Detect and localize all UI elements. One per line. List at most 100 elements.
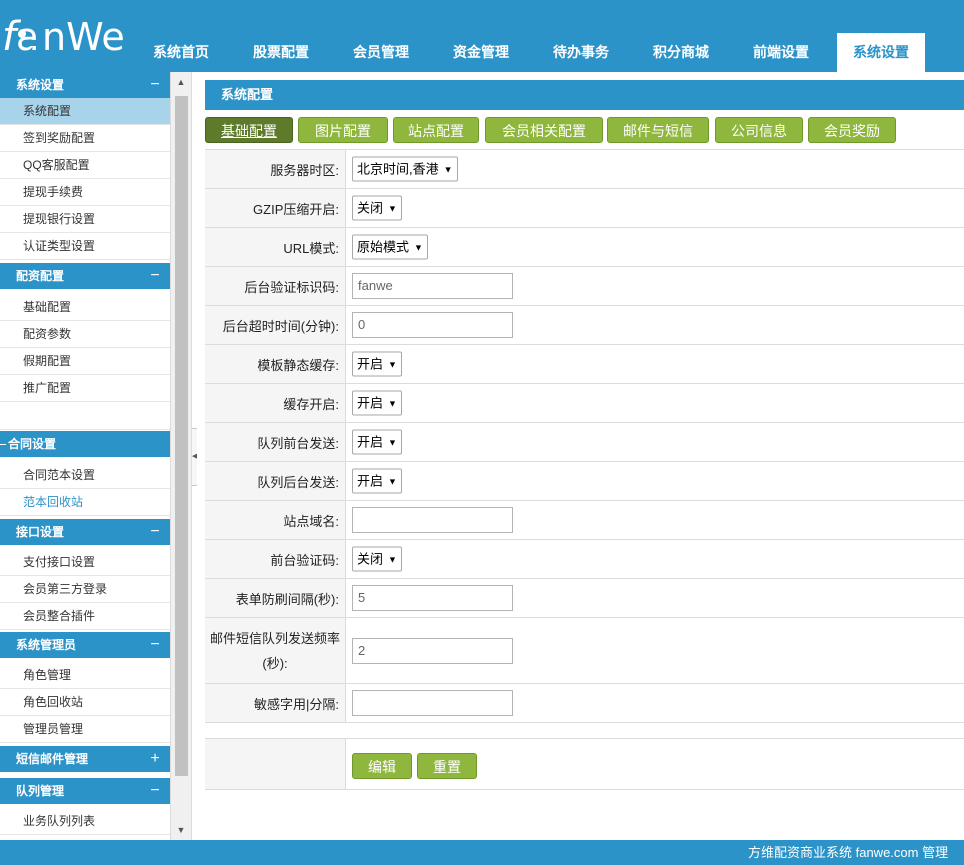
edit-button[interactable]: 编辑 (352, 753, 412, 779)
dropdown-arrow-icon: ▼ (388, 437, 397, 448)
nav-home[interactable]: 系统首页 (137, 33, 225, 72)
auth-code-input[interactable]: fanwe (352, 273, 513, 299)
form-actions: 编辑 重置 (205, 738, 964, 790)
form-row-timezone: 服务器时区: 北京时间,香港 ▼ (205, 150, 964, 189)
sidebar-item-withdraw-bank[interactable]: 提现银行设置 (0, 206, 170, 233)
sidebar-item-admin-management[interactable]: 管理员管理 (0, 716, 170, 743)
footer: 方维配资商业系统 fanwe.com 管理 (0, 840, 964, 865)
sidebar-group-system-settings[interactable]: 系统设置 − (0, 72, 170, 98)
tab-label: 图片配置 (315, 123, 371, 139)
sidebar-item-contract-template[interactable]: 合同范本设置 (0, 462, 170, 489)
fanwe-logo[interactable]: f a nWe (2, 4, 126, 64)
sidebar-item-business-queue[interactable]: 业务队列列表 (0, 808, 170, 835)
field-label: 缓存开启: (205, 384, 346, 422)
collapse-icon[interactable]: − (148, 263, 162, 289)
tab-member-reward[interactable]: 会员奖励 (808, 117, 896, 143)
sidebar-item-withdraw-fee[interactable]: 提现手续费 (0, 179, 170, 206)
cache-select[interactable]: 开启 ▼ (352, 390, 402, 416)
nav-stock-config[interactable]: 股票配置 (237, 33, 325, 72)
sidebar-item-role-recycle[interactable]: 角色回收站 (0, 689, 170, 716)
nav-system-settings[interactable]: 系统设置 (837, 33, 925, 72)
sidebar-item-promotion-config[interactable]: 推广配置 (0, 375, 170, 402)
sidebar-item-checkin-reward[interactable]: 签到奖励配置 (0, 125, 170, 152)
sidebar-group-admins[interactable]: 系统管理员 − (0, 632, 170, 658)
form-interval-input[interactable]: 5 (352, 585, 513, 611)
sidebar-group-contract-settings[interactable]: 合同设置 (0, 431, 170, 457)
sidebar-item-system-config[interactable]: 系统配置 (0, 98, 170, 125)
scroll-down-icon[interactable]: ▼ (171, 822, 191, 838)
gzip-select[interactable]: 关闭 ▼ (352, 195, 402, 221)
nav-todo[interactable]: 待办事务 (537, 33, 625, 72)
sidebar-item-payment-interface[interactable]: 支付接口设置 (0, 549, 170, 576)
sidebar-group-funding-config[interactable]: 配资配置 − (0, 263, 170, 289)
tab-site-config[interactable]: 站点配置 (393, 117, 479, 143)
sidebar-group-queue[interactable]: 队列管理 − (0, 778, 170, 804)
site-domain-input[interactable] (352, 507, 513, 533)
select-value: 原始模式 (357, 239, 410, 255)
sidebar: 系统设置 − 系统配置 签到奖励配置 QQ客服配置 提现手续费 提现银行设置 认… (0, 72, 170, 840)
sidebar-item-third-party-login[interactable]: 会员第三方登录 (0, 576, 170, 603)
sidebar-item-holiday-config[interactable]: 假期配置 (0, 348, 170, 375)
sidebar-item-auth-type[interactable]: 认证类型设置 (0, 233, 170, 260)
front-captcha-select[interactable]: 关闭 ▼ (352, 546, 402, 572)
form-row-gzip: GZIP压缩开启: 关闭 ▼ (205, 189, 964, 228)
reset-button[interactable]: 重置 (417, 753, 477, 779)
config-form: 服务器时区: 北京时间,香港 ▼ GZIP压缩开启: 关闭 ▼ URL模式: 原始模… (205, 149, 964, 723)
admin-timeout-input[interactable]: 0 (352, 312, 513, 338)
dropdown-arrow-icon: ▼ (388, 203, 397, 214)
dropdown-arrow-icon: ▼ (414, 242, 423, 253)
collapse-icon[interactable]: − (148, 778, 162, 804)
tab-label: 公司信息 (731, 123, 787, 139)
sidebar-group-title: 队列管理 (16, 784, 65, 798)
sidebar-item-member-plugin[interactable]: 会员整合插件 (0, 603, 170, 630)
form-row-queue-back: 队列后台发送: 开启 ▼ (205, 462, 964, 501)
sidebar-group-title: 合同设置 (8, 437, 57, 451)
sidebar-group-sms-email[interactable]: 短信邮件管理 + (0, 746, 170, 772)
sidebar-item-basic-config[interactable]: 基础配置 (0, 294, 170, 321)
tab-mail-sms[interactable]: 邮件与短信 (607, 117, 709, 143)
nav-points-mall[interactable]: 积分商城 (637, 33, 725, 72)
actions-label-cell (205, 739, 346, 789)
select-value: 开启 (357, 434, 384, 450)
queue-back-select[interactable]: 开启 ▼ (352, 468, 402, 494)
form-row-cache: 缓存开启: 开启 ▼ (205, 384, 964, 423)
page-title: 系统配置 (205, 80, 964, 110)
timezone-select[interactable]: 北京时间,香港 ▼ (352, 156, 458, 182)
nav-member-management[interactable]: 会员管理 (337, 33, 425, 72)
sensitive-words-input[interactable] (352, 690, 513, 716)
queue-frequency-input[interactable]: 2 (352, 637, 513, 664)
sidebar-item-role-management[interactable]: 角色管理 (0, 662, 170, 689)
tab-image-config[interactable]: 图片配置 (298, 117, 388, 143)
tab-company-info[interactable]: 公司信息 (715, 117, 803, 143)
sidebar-item-template-recycle[interactable]: 范本回收站 (0, 489, 170, 516)
field-label: 队列后台发送: (205, 462, 346, 500)
collapse-icon[interactable]: − (148, 72, 162, 98)
sidebar-spacer (0, 402, 170, 430)
sidebar-item-funding-params[interactable]: 配资参数 (0, 321, 170, 348)
nav-frontend-settings[interactable]: 前端设置 (737, 33, 825, 72)
template-cache-select[interactable]: 开启 ▼ (352, 351, 402, 377)
dropdown-arrow-icon: ▼ (388, 398, 397, 409)
collapse-icon[interactable]: − (148, 632, 162, 658)
dropdown-arrow-icon: ▼ (388, 554, 397, 565)
field-label: 服务器时区: (205, 150, 346, 188)
footer-copyright: 方维配资商业系统 fanwe.com 管理 (748, 845, 949, 860)
scroll-up-icon[interactable]: ▲ (171, 74, 191, 90)
queue-front-select[interactable]: 开启 ▼ (352, 429, 402, 455)
url-mode-select[interactable]: 原始模式 ▼ (352, 234, 428, 260)
tab-member-config[interactable]: 会员相关配置 (485, 117, 603, 143)
sidebar-item-qq-service[interactable]: QQ客服配置 (0, 152, 170, 179)
form-row-template-cache: 模板静态缓存: 开启 ▼ (205, 345, 964, 384)
scrollbar-thumb[interactable] (175, 96, 188, 776)
divider (0, 444, 6, 446)
sidebar-group-interface-settings[interactable]: 接口设置 − (0, 519, 170, 545)
top-header: f a nWe 系统首页 股票配置 会员管理 资金管理 待办事务 积分商城 前端… (0, 0, 964, 72)
sidebar-scrollbar[interactable]: ▲ ▼ (170, 72, 192, 840)
collapse-icon[interactable]: − (148, 519, 162, 545)
nav-fund-management[interactable]: 资金管理 (437, 33, 525, 72)
tab-basic-config[interactable]: 基础配置 (205, 117, 293, 143)
form-row-queue-frequency: 邮件短信队列发送频率(秒): 2 (205, 618, 964, 684)
tab-label: 会员奖励 (824, 123, 880, 139)
form-row-url-mode: URL模式: 原始模式 ▼ (205, 228, 964, 267)
expand-icon[interactable]: + (148, 746, 162, 772)
